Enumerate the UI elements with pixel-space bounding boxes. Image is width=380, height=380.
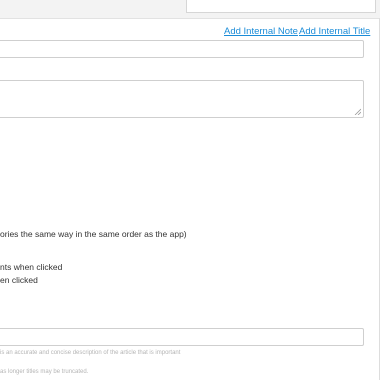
order-option-label: ories the same way in the same order as … [0, 229, 187, 239]
clicked-option-label-1: nts when clicked [0, 262, 63, 272]
truncation-hint: as longer titles may be truncated. [0, 369, 89, 375]
add-internal-note-link[interactable]: Add Internal Note [224, 26, 298, 37]
top-field[interactable] [186, 0, 376, 13]
seo-title-input[interactable] [0, 328, 364, 346]
top-bar [0, 0, 380, 19]
description-hint: is an accurate and concise description o… [0, 350, 181, 356]
resize-handle-icon[interactable] [354, 108, 361, 115]
add-internal-title-link[interactable]: Add Internal Title [299, 26, 370, 37]
description-textarea[interactable] [0, 80, 364, 118]
title-input[interactable] [0, 40, 364, 58]
clicked-option-label-2: en clicked [0, 275, 38, 285]
